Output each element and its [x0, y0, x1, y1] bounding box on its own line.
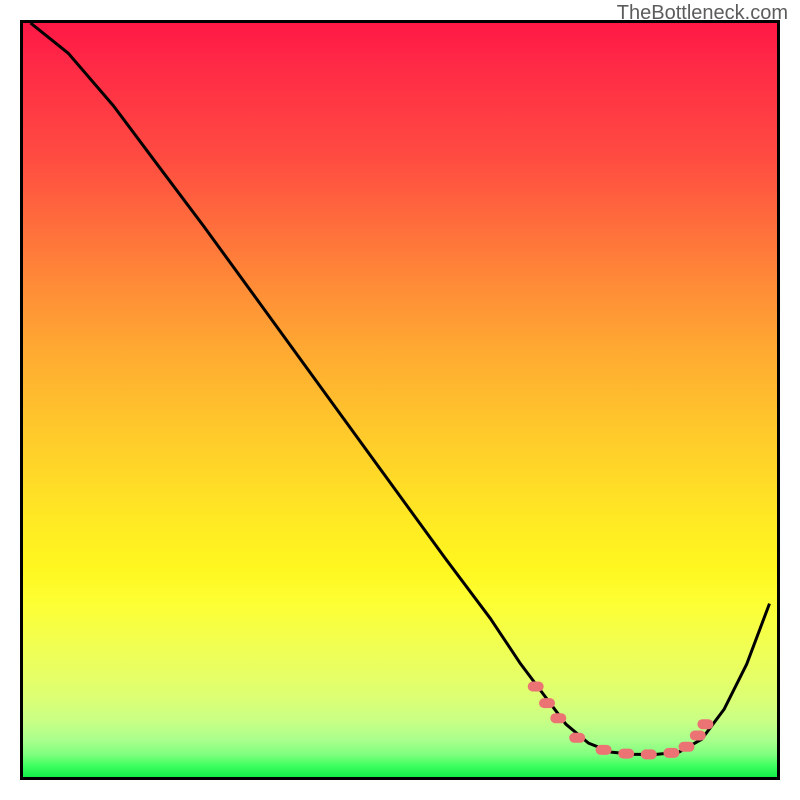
optimal-marker — [539, 698, 555, 708]
optimal-marker — [596, 745, 612, 755]
watermark-text: TheBottleneck.com — [617, 2, 788, 25]
optimal-marker — [618, 749, 634, 759]
optimal-range-markers — [528, 682, 714, 760]
optimal-marker — [641, 749, 657, 759]
curve-layer — [23, 23, 777, 777]
optimal-marker — [550, 713, 566, 723]
optimal-marker — [697, 719, 713, 729]
plot-frame — [20, 20, 780, 780]
bottleneck-curve — [31, 23, 770, 754]
optimal-marker — [569, 733, 585, 743]
optimal-marker — [663, 748, 679, 758]
optimal-marker — [528, 682, 544, 692]
optimal-marker — [690, 731, 706, 741]
optimal-marker — [679, 742, 695, 752]
figure-root: TheBottleneck.com — [0, 0, 800, 800]
